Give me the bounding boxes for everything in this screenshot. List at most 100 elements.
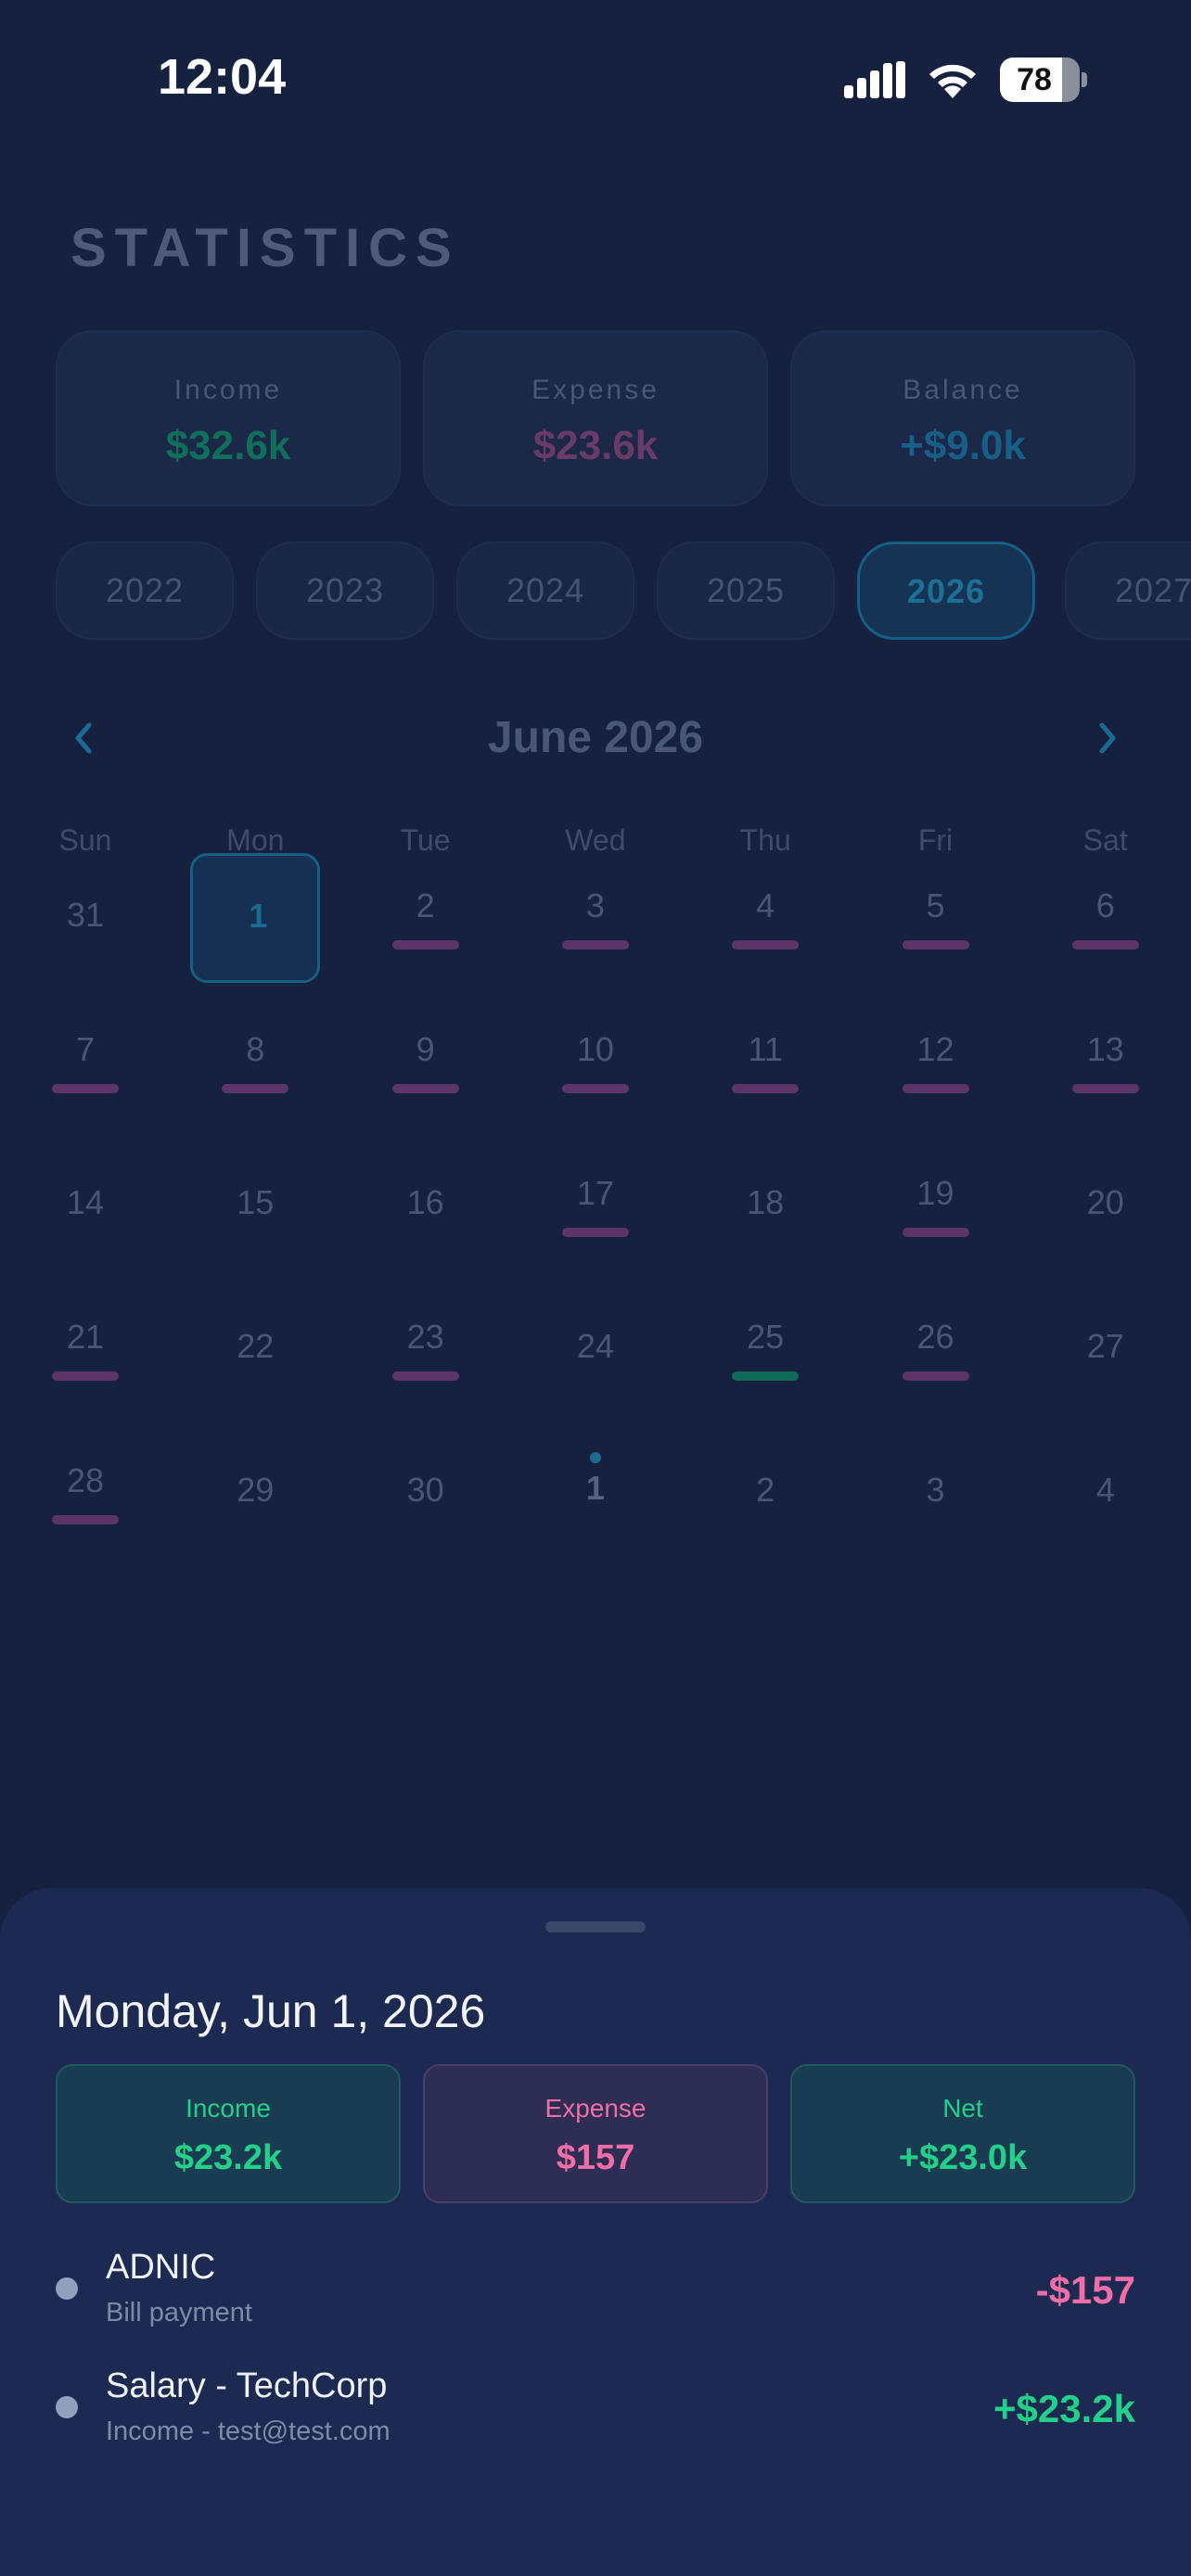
calendar-day-number: 25 <box>747 1318 785 1356</box>
expense-indicator-bar <box>52 1371 119 1381</box>
calendar-day[interactable]: 3 <box>531 853 660 983</box>
calendar-day[interactable]: 31 <box>20 853 150 983</box>
summary-value: +$9.0k <box>900 423 1026 468</box>
calendar-day-number: 2 <box>416 886 435 925</box>
expense-indicator-bar <box>561 1084 629 1093</box>
transaction-subtitle: Income - test@test.com <box>106 2417 391 2446</box>
year-pill-2025[interactable]: 2025 <box>657 542 835 640</box>
chevron-right-icon[interactable] <box>1080 710 1135 766</box>
calendar-day[interactable]: 19 <box>871 1141 1001 1270</box>
calendar-day[interactable]: 18 <box>700 1141 830 1270</box>
calendar-day-number: 20 <box>1086 1183 1124 1221</box>
calendar-day[interactable]: 22 <box>190 1284 320 1414</box>
calendar-day-number: 3 <box>926 1471 945 1509</box>
summary-card-balance: Balance +$9.0k <box>790 330 1135 506</box>
calendar-day-number: 30 <box>406 1471 444 1509</box>
calendar-day-number: 23 <box>406 1318 444 1356</box>
calendar-day[interactable]: 28 <box>20 1428 150 1558</box>
expense-indicator-bar <box>391 940 459 950</box>
transaction-amount: -$157 <box>1035 2268 1135 2312</box>
calendar-day-number: 4 <box>756 886 775 925</box>
calendar-day-number: 26 <box>916 1318 954 1356</box>
expense-indicator-bar <box>902 1084 969 1093</box>
calendar-day[interactable]: 20 <box>1041 1141 1171 1270</box>
expense-indicator-bar <box>561 1228 629 1237</box>
calendar-day[interactable]: 4 <box>1041 1428 1171 1558</box>
calendar-day[interactable]: 24 <box>531 1284 660 1414</box>
day-net-card: Net +$23.0k <box>790 2064 1135 2203</box>
transaction-dot-icon <box>56 2396 78 2418</box>
summary-label: Income <box>173 375 283 405</box>
calendar-day[interactable]: 11 <box>700 997 830 1127</box>
calendar-day[interactable]: 8 <box>190 997 320 1127</box>
calendar-day-number: 10 <box>576 1030 614 1068</box>
sheet-drag-handle[interactable] <box>545 1921 646 1932</box>
expense-indicator-bar <box>222 1084 289 1093</box>
calendar-day[interactable]: 27 <box>1041 1284 1171 1414</box>
calendar-day[interactable]: 13 <box>1041 997 1171 1127</box>
year-pill-2027[interactable]: 2027 <box>1065 542 1191 640</box>
calendar-day-number: 27 <box>1086 1327 1124 1365</box>
calendar-day[interactable]: 26 <box>871 1284 1001 1414</box>
calendar-day-number: 19 <box>916 1174 954 1212</box>
calendar-day[interactable]: 9 <box>361 997 491 1127</box>
expense-indicator-bar <box>561 940 629 950</box>
calendar-day[interactable]: 10 <box>531 997 660 1127</box>
calendar-day[interactable]: 1 <box>531 1428 660 1558</box>
summary-card-income: Income $32.6k <box>56 330 401 506</box>
calendar-day[interactable]: 7 <box>20 997 150 1127</box>
calendar-day-number: 4 <box>1095 1471 1115 1509</box>
year-pill-2026[interactable]: 2026 <box>857 542 1035 640</box>
calendar-day[interactable]: 30 <box>361 1428 491 1558</box>
calendar-day[interactable]: 2 <box>361 853 491 983</box>
calendar-day-number: 14 <box>66 1183 105 1221</box>
calendar-day[interactable]: 25 <box>700 1284 830 1414</box>
transaction-row[interactable]: ADNIC Bill payment -$157 <box>0 2240 1191 2333</box>
expense-indicator-bar <box>391 1084 459 1093</box>
calendar-day-number: 3 <box>585 886 605 925</box>
calendar-day[interactable]: 21 <box>20 1284 150 1414</box>
day-income-label: Income <box>186 2094 271 2123</box>
calendar-day-number: 28 <box>66 1461 105 1499</box>
calendar-day[interactable]: 16 <box>361 1141 491 1270</box>
calendar-day-number: 1 <box>249 897 268 935</box>
calendar-day-number: 29 <box>237 1471 275 1509</box>
calendar-day-number: 8 <box>246 1030 265 1068</box>
income-indicator-bar <box>732 1371 800 1381</box>
calendar-day-selected[interactable]: 1 <box>190 853 321 983</box>
calendar-day[interactable]: 4 <box>700 853 830 983</box>
transaction-subtitle: Bill payment <box>106 2298 252 2327</box>
calendar-day[interactable]: 14 <box>20 1141 150 1270</box>
calendar-day[interactable]: 3 <box>871 1428 1001 1558</box>
day-detail-sheet: Monday, Jun 1, 2026 Income $23.2k Expens… <box>0 1888 1191 2576</box>
calendar-day-number: 18 <box>747 1183 785 1221</box>
calendar-day-number: 21 <box>66 1318 105 1356</box>
calendar-day[interactable]: 15 <box>190 1141 320 1270</box>
day-income-card: Income $23.2k <box>56 2064 401 2203</box>
today-dot-icon <box>589 1452 601 1463</box>
calendar-day[interactable]: 12 <box>871 997 1001 1127</box>
calendar-day[interactable]: 29 <box>190 1428 320 1558</box>
year-pill-2023[interactable]: 2023 <box>256 542 434 640</box>
expense-indicator-bar <box>52 1084 119 1093</box>
month-navigation: June 2026 <box>0 705 1191 770</box>
calendar-day[interactable]: 17 <box>531 1141 660 1270</box>
summary-value: $23.6k <box>532 423 659 468</box>
month-title: June 2026 <box>487 713 704 762</box>
expense-indicator-bar <box>732 1084 800 1093</box>
calendar-day-number: 31 <box>66 896 105 934</box>
year-pill-2024[interactable]: 2024 <box>456 542 634 640</box>
calendar-day[interactable]: 23 <box>361 1284 491 1414</box>
day-net-label: Net <box>942 2094 983 2123</box>
expense-indicator-bar <box>1071 940 1139 950</box>
calendar-day[interactable]: 2 <box>700 1428 830 1558</box>
transaction-row[interactable]: Salary - TechCorp Income - test@test.com… <box>0 2359 1191 2452</box>
calendar-day[interactable]: 5 <box>871 853 1001 983</box>
year-pill-2022[interactable]: 2022 <box>56 542 234 640</box>
day-net-value: +$23.0k <box>898 2138 1028 2177</box>
expense-indicator-bar <box>391 1371 459 1381</box>
calendar-day-number: 6 <box>1095 886 1115 925</box>
calendar-day[interactable]: 6 <box>1041 853 1171 983</box>
calendar-day-number: 15 <box>237 1183 275 1221</box>
transaction-title: ADNIC <box>106 2248 216 2287</box>
